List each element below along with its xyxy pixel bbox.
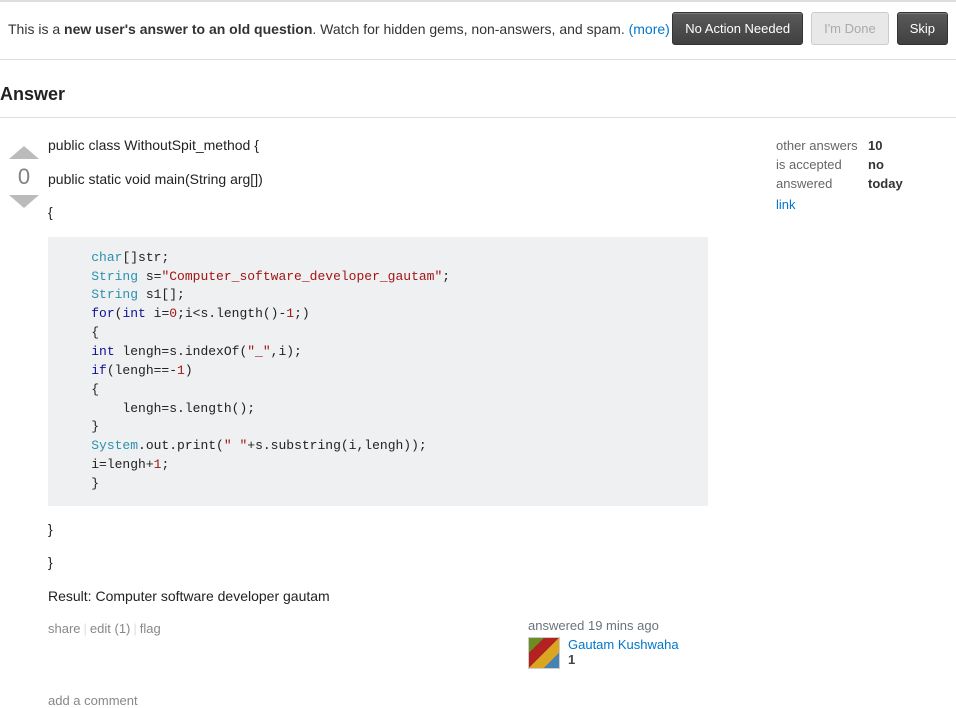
flag-link[interactable]: flag xyxy=(140,621,161,636)
review-prefix: This is a xyxy=(8,21,64,37)
user-name-link[interactable]: Gautam Kushwaha xyxy=(568,637,679,652)
review-bold: new user's answer to an old question xyxy=(64,21,312,37)
review-suffix: . Watch for hidden gems, non-answers, an… xyxy=(312,21,628,37)
stats-row: other answers 10 xyxy=(776,138,956,153)
stats-label: other answers xyxy=(776,138,868,153)
no-action-button[interactable]: No Action Needed xyxy=(672,12,803,45)
downvote-icon[interactable] xyxy=(6,192,42,212)
upvote-icon[interactable] xyxy=(6,142,42,162)
code-line: } xyxy=(48,520,760,540)
review-bar: This is a new user's answer to an old qu… xyxy=(0,12,956,60)
im-done-button: I'm Done xyxy=(811,12,889,45)
post-body: public class WithoutSpit_method { public… xyxy=(48,136,776,708)
code-line: public class WithoutSpit_method { xyxy=(48,136,760,156)
vote-column: 0 xyxy=(0,136,48,708)
stats-label: answered xyxy=(776,176,868,191)
code-block: char[]str; String s="Computer_software_d… xyxy=(48,237,708,506)
avatar[interactable] xyxy=(528,637,560,669)
review-more-link[interactable]: (more) xyxy=(629,21,670,37)
edit-link[interactable]: edit (1) xyxy=(90,621,130,636)
vote-score: 0 xyxy=(18,164,30,190)
review-text: This is a new user's answer to an old qu… xyxy=(8,21,670,37)
answered-time: answered 19 mins ago xyxy=(528,618,659,633)
share-link[interactable]: share xyxy=(48,621,81,636)
result-line: Result: Computer software developer gaut… xyxy=(48,587,760,607)
stats-row: is accepted no xyxy=(776,157,956,172)
stats-row: answered today xyxy=(776,176,956,191)
stats-value: today xyxy=(868,176,903,191)
add-comment-link[interactable]: add a comment xyxy=(48,693,138,708)
code-line: } xyxy=(48,553,760,573)
stats-label: is accepted xyxy=(776,157,868,172)
code-line: public static void main(String arg[]) xyxy=(48,170,760,190)
user-reputation: 1 xyxy=(568,652,575,667)
review-buttons: No Action Needed I'm Done Skip xyxy=(672,12,948,45)
stats-value: no xyxy=(868,157,884,172)
skip-button[interactable]: Skip xyxy=(897,12,948,45)
code-line: { xyxy=(48,203,760,223)
stats-sidebar: other answers 10 is accepted no answered… xyxy=(776,136,956,708)
permalink[interactable]: link xyxy=(776,197,796,212)
stats-value: 10 xyxy=(868,138,882,153)
user-info: answered 19 mins ago Gautam Kushwaha 1 xyxy=(528,618,760,669)
section-title: Answer xyxy=(0,60,956,118)
